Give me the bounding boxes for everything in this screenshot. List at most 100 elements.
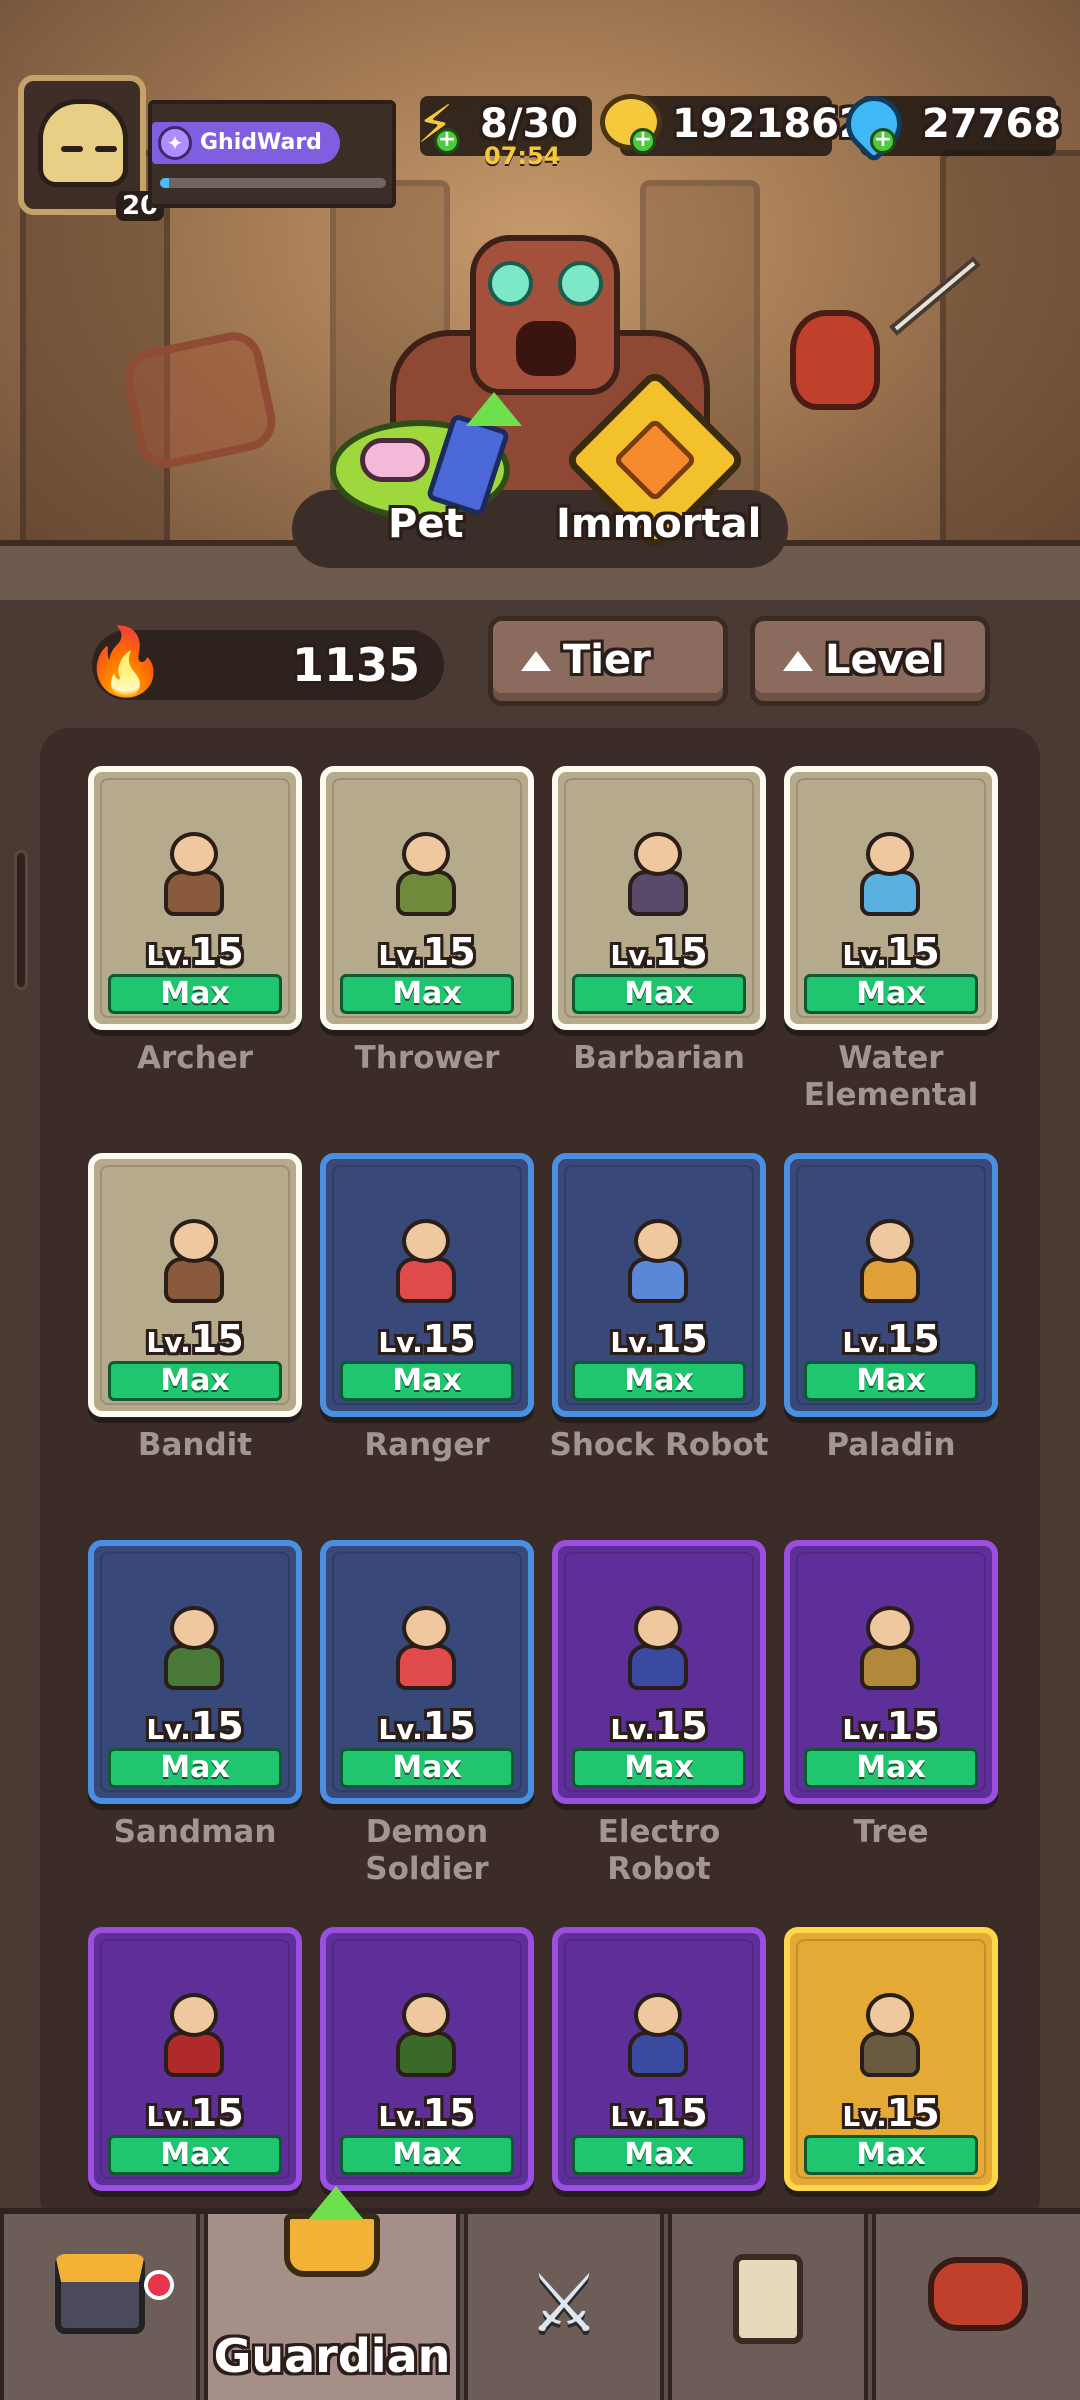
avatar-eye bbox=[61, 146, 83, 152]
guardian-card[interactable]: Lv.15 Max bbox=[320, 1153, 534, 1417]
portrait-head bbox=[170, 1993, 218, 2037]
portrait-head bbox=[634, 1993, 682, 2037]
guardian-portrait-icon bbox=[158, 1606, 230, 1696]
guardian-portrait-icon bbox=[854, 1219, 926, 1309]
guardian-card[interactable]: Lv.15 Max bbox=[552, 1153, 766, 1417]
card-level-prefix: Lv. bbox=[146, 2100, 191, 2133]
guardian-card[interactable]: Lv.15 Max bbox=[320, 1540, 534, 1804]
add-gold-button[interactable]: + bbox=[630, 128, 656, 154]
upgrade-arrow-icon bbox=[308, 2186, 364, 2220]
guardian-portrait-icon bbox=[390, 1606, 462, 1696]
sort-up-icon bbox=[783, 651, 813, 671]
portrait-head bbox=[634, 1606, 682, 1650]
guardian-portrait-icon bbox=[854, 1606, 926, 1696]
guardian-card[interactable]: Lv.15 Max bbox=[784, 1540, 998, 1804]
guardian-card[interactable]: Lv.15 Max bbox=[320, 766, 534, 1030]
card-level-prefix: Lv. bbox=[378, 1713, 423, 1746]
guardian-portrait-icon bbox=[854, 1993, 926, 2083]
card-level-value: 15 bbox=[190, 1704, 244, 1748]
guardian-card[interactable]: Lv.15 Max bbox=[784, 766, 998, 1030]
card-level-prefix: Lv. bbox=[146, 1326, 191, 1359]
player-name-plate[interactable]: ✦ GhidWard bbox=[148, 100, 396, 208]
guardian-portrait-icon bbox=[622, 1993, 694, 2083]
guardian-card[interactable]: Lv.15 Max bbox=[88, 1540, 302, 1804]
max-level-bar: Max bbox=[340, 1748, 514, 1788]
nav-guild[interactable] bbox=[872, 2214, 1080, 2400]
max-level-bar: Max bbox=[340, 1361, 514, 1401]
guardian-name: Ranger bbox=[364, 1427, 490, 1463]
sort-level-button[interactable]: Level bbox=[750, 616, 990, 706]
sort-up-icon bbox=[521, 651, 551, 671]
pet-tab[interactable]: Pet bbox=[388, 494, 464, 554]
card-level: Lv.15 bbox=[558, 932, 760, 976]
guardian-card[interactable]: Lv.15 Max bbox=[784, 1927, 998, 2191]
gem-value: 27768 bbox=[922, 101, 1062, 147]
player-avatar[interactable]: 20 bbox=[18, 75, 165, 221]
max-level-bar: Max bbox=[108, 1361, 282, 1401]
card-level-prefix: Lv. bbox=[610, 2100, 655, 2133]
guardian-portrait-icon bbox=[158, 832, 230, 922]
card-level: Lv.15 bbox=[326, 1319, 528, 1363]
guardian-card[interactable]: Lv.15 Max bbox=[552, 1927, 766, 2191]
card-level: Lv.15 bbox=[326, 2093, 528, 2137]
card-level-value: 15 bbox=[886, 1704, 940, 1748]
portrait-head bbox=[866, 1993, 914, 2037]
lightning-icon: ⚡ bbox=[416, 95, 454, 155]
guardian-card[interactable]: Lv.15 Max bbox=[88, 766, 302, 1030]
golem-eye bbox=[488, 261, 533, 306]
nav-shop[interactable] bbox=[0, 2214, 200, 2400]
card-level: Lv.15 bbox=[94, 1706, 296, 1750]
crossed-swords-icon: ⚔ bbox=[528, 2257, 600, 2350]
golem-eye bbox=[558, 261, 603, 306]
card-level-value: 15 bbox=[886, 2091, 940, 2135]
portrait-body bbox=[628, 870, 688, 916]
player-name-tag: ✦ GhidWard bbox=[152, 122, 340, 164]
card-level: Lv.15 bbox=[558, 1319, 760, 1363]
guardian-portrait-icon bbox=[390, 1993, 462, 2083]
energy-timer: 07:54 bbox=[484, 142, 561, 170]
card-level-value: 15 bbox=[654, 1704, 708, 1748]
nav-cards[interactable] bbox=[668, 2214, 868, 2400]
avatar-face bbox=[38, 99, 128, 187]
card-level-value: 15 bbox=[422, 1704, 476, 1748]
card-level-value: 15 bbox=[886, 930, 940, 974]
portrait-body bbox=[164, 1644, 224, 1690]
portrait-body bbox=[164, 1257, 224, 1303]
card-level-prefix: Lv. bbox=[378, 1326, 423, 1359]
nav-guardian[interactable]: Guardian bbox=[204, 2186, 460, 2400]
card-level-prefix: Lv. bbox=[610, 1713, 655, 1746]
card-level-prefix: Lv. bbox=[146, 939, 191, 972]
portrait-head bbox=[866, 1606, 914, 1650]
card-level-prefix: Lv. bbox=[842, 1713, 887, 1746]
card-level: Lv.15 bbox=[94, 1319, 296, 1363]
max-level-bar: Max bbox=[804, 1748, 978, 1788]
guardian-card[interactable]: Lv.15 Max bbox=[320, 1927, 534, 2191]
rank-gem-icon: ✦ bbox=[158, 126, 192, 160]
guardian-card[interactable]: Lv.15 Max bbox=[784, 1153, 998, 1417]
max-level-bar: Max bbox=[340, 2135, 514, 2175]
add-gem-button[interactable]: + bbox=[870, 128, 896, 154]
guardian-card[interactable]: Lv.15 Max bbox=[552, 1540, 766, 1804]
max-level-bar: Max bbox=[108, 1748, 282, 1788]
scroll-indicator[interactable] bbox=[14, 850, 28, 990]
guardian-card[interactable]: Lv.15 Max bbox=[552, 766, 766, 1030]
portrait-body bbox=[860, 1257, 920, 1303]
immortal-tab[interactable]: Immortal bbox=[556, 494, 761, 554]
add-energy-button[interactable]: + bbox=[434, 128, 460, 154]
guardian-portrait-icon bbox=[622, 1219, 694, 1309]
card-level-prefix: Lv. bbox=[610, 939, 655, 972]
portrait-head bbox=[170, 1219, 218, 1263]
shop-stall-icon bbox=[4, 2254, 196, 2357]
guardian-name: Archer bbox=[136, 1040, 254, 1076]
max-level-bar: Max bbox=[804, 2135, 978, 2175]
portrait-body bbox=[860, 1644, 920, 1690]
card-level-value: 15 bbox=[654, 2091, 708, 2135]
nav-battle[interactable]: ⚔ bbox=[464, 2214, 664, 2400]
sort-tier-button[interactable]: Tier bbox=[488, 616, 728, 706]
portrait-head bbox=[170, 832, 218, 876]
guardian-name: Shock Robot bbox=[549, 1427, 769, 1463]
guardian-card[interactable]: Lv.15 Max bbox=[88, 1153, 302, 1417]
guardian-card[interactable]: Lv.15 Max bbox=[88, 1927, 302, 2191]
nav-guardian-label: Guardian bbox=[213, 2329, 451, 2383]
player-name: GhidWard bbox=[200, 130, 322, 155]
